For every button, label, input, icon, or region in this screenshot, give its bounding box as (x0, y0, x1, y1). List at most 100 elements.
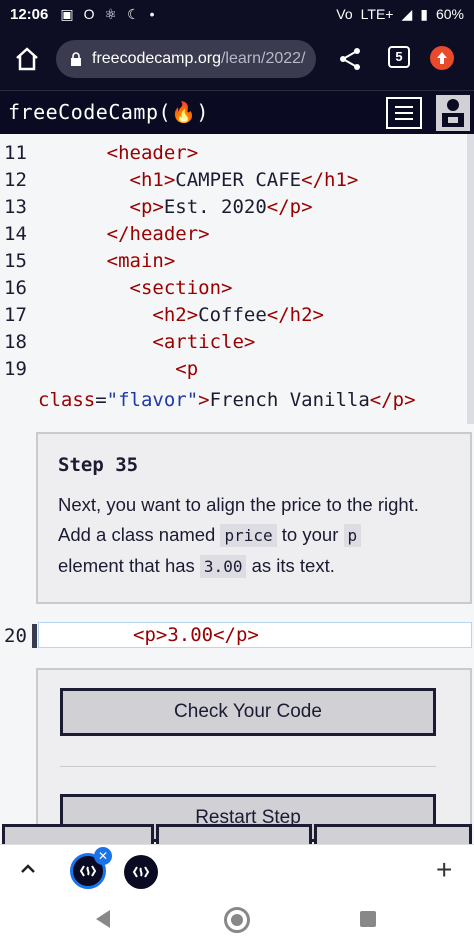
code-content: <header> (38, 140, 199, 167)
code-content: class="flavor">French Vanilla</p> (38, 387, 416, 414)
code-line: 11 <header> (0, 140, 474, 167)
code-content: <p (38, 356, 198, 383)
fcc-navbar: freeCodeCamp(🔥) (0, 90, 474, 134)
opera-icon: O (83, 6, 95, 22)
code-token: CAMPER CAFE (175, 169, 302, 191)
code-line: 14 </header> (0, 221, 474, 248)
editable-code-field[interactable]: <p>3.00</p> (38, 622, 472, 648)
code-token: "flavor" (106, 389, 199, 411)
line-number: 11 (4, 142, 27, 164)
step-text-part: as its text. (246, 555, 335, 576)
code-token: </h2> (266, 304, 324, 326)
tab-switcher-button[interactable]: 5 (388, 46, 410, 68)
code-content: <section> (38, 275, 233, 302)
line-number: 14 (4, 223, 27, 245)
menu-bar-icon (395, 112, 413, 114)
status-right: Vo LTE+ ◢ ▮ 60% (336, 6, 464, 23)
line-number: 20 (4, 625, 27, 647)
react-icon: ⚛ (104, 5, 118, 22)
chevron-up-icon[interactable] (18, 859, 38, 879)
code-content: <article> (38, 329, 255, 356)
user-avatar[interactable] (436, 95, 470, 131)
update-icon[interactable] (430, 46, 454, 70)
code-token: <main> (106, 250, 176, 272)
line-number: 19 (4, 358, 27, 380)
code-token: class (38, 389, 96, 411)
battery-icon: ▮ (420, 5, 428, 22)
code-content: <p>Est. 2020</p> (38, 194, 313, 221)
url-host: freecodecamp.org (92, 50, 221, 67)
menu-button[interactable] (386, 97, 422, 129)
code-content: <h2>Coffee</h2> (38, 302, 324, 329)
bottom-tab-3[interactable] (314, 824, 472, 844)
code-snippet: price (220, 524, 277, 547)
code-token: <header> (106, 142, 199, 164)
divider (60, 766, 436, 767)
step-text-part: element that has (58, 555, 200, 576)
line-number: 17 (4, 304, 27, 326)
code-token: </header> (106, 223, 210, 245)
code-token: > (198, 389, 210, 411)
code-token: <article> (152, 331, 256, 353)
line-number: 15 (4, 250, 27, 272)
code-token: <h1> (129, 169, 176, 191)
bottom-tab-1[interactable] (2, 824, 154, 844)
signal-icon: ◢ (401, 5, 413, 22)
bottom-tab-strip (0, 824, 474, 844)
code-token: </p> (369, 389, 416, 411)
line-number: 13 (4, 196, 27, 218)
editable-line: 20 <p>3.00</p> (0, 622, 474, 650)
code-line: 12 <h1>CAMPER CAFE</h1> (0, 167, 474, 194)
share-icon[interactable] (338, 46, 362, 72)
volte-icon: Vo (336, 6, 353, 22)
moon-icon: ☾ (127, 5, 140, 22)
action-panel: Check Your Code Restart Step (36, 668, 472, 844)
code-token: <section> (129, 277, 233, 299)
fcc-logo[interactable]: freeCodeCamp(🔥) (8, 100, 209, 124)
code-token: <p> (129, 196, 164, 218)
code-token: <p (175, 358, 199, 380)
menu-bar-icon (395, 106, 413, 108)
check-code-button[interactable]: Check Your Code (60, 688, 436, 736)
code-token: Coffee (198, 304, 267, 326)
code-line: 13 <p>Est. 2020</p> (0, 194, 474, 221)
code-content: </header> (38, 221, 210, 248)
code-token: Est. 2020 (163, 196, 267, 218)
line-number: 12 (4, 169, 27, 191)
code-line: 17 <h2>Coffee</h2> (0, 302, 474, 329)
menu-bar-icon (395, 118, 413, 120)
code-snippet: 3.00 (199, 555, 247, 578)
home-nav-icon[interactable] (224, 907, 250, 933)
close-icon[interactable]: ✕ (94, 847, 112, 865)
network-label: LTE+ (360, 6, 394, 22)
gallery-icon: ▣ (60, 5, 74, 22)
code-token: = (95, 389, 107, 411)
plus-icon[interactable]: + (436, 853, 452, 887)
home-icon[interactable] (14, 46, 40, 72)
code-content: <main> (38, 248, 176, 275)
address-bar[interactable]: freecodecamp.org/learn/2022/ (56, 40, 316, 78)
back-icon[interactable] (96, 910, 110, 928)
recents-icon[interactable] (360, 911, 376, 927)
line-number: 18 (4, 331, 27, 353)
bottom-tab-2[interactable] (156, 824, 312, 844)
status-bar: 12:06 ▣ O ⚛ ☾ • Vo LTE+ ◢ ▮ 60% (0, 0, 474, 28)
code-line: 19 <p (0, 356, 474, 383)
tab-thumbnail[interactable] (124, 855, 158, 889)
browser-toolbar: freecodecamp.org/learn/2022/ 5 (0, 28, 474, 90)
status-time: 12:06 (10, 5, 49, 23)
code-token: </h1> (301, 169, 359, 191)
url-path: /learn/2022/ (220, 50, 306, 67)
step-title: Step 35 (58, 454, 139, 476)
code-line: class="flavor">French Vanilla</p> (0, 387, 474, 414)
tab-group-bar: ✕ + (0, 844, 474, 894)
code-line: 15 <main> (0, 248, 474, 275)
code-line: 18 <article> (0, 329, 474, 356)
lock-icon (70, 52, 82, 66)
code-token: </p> (266, 196, 313, 218)
battery-label: 60% (435, 6, 464, 22)
dot-icon: • (149, 6, 155, 22)
step-text-part: to your (276, 524, 344, 545)
code-editor: 11 <header> 12 <h1>CAMPER CAFE</h1> 13 <p>… (0, 134, 474, 844)
code-token: <h2> (152, 304, 199, 326)
